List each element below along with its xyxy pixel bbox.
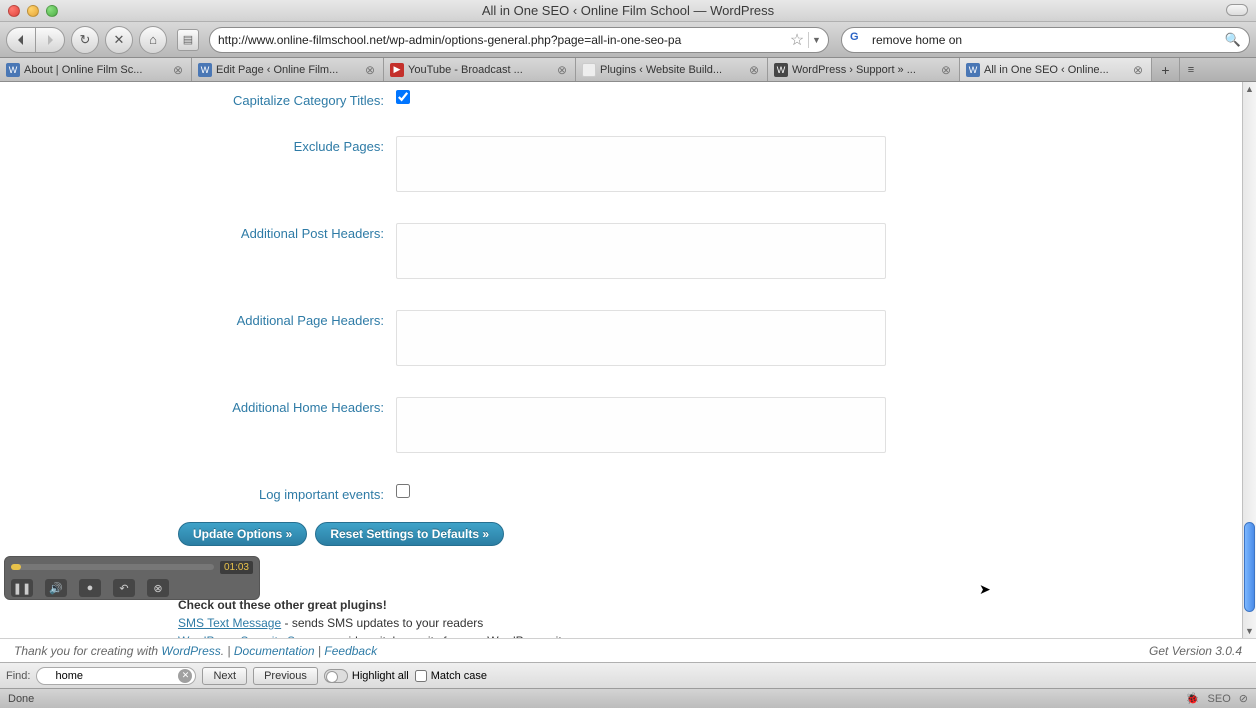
update-options-button[interactable]: Update Options » [178,522,307,546]
tab-close-icon[interactable]: ⊗ [749,63,761,77]
traffic-lights [8,5,58,17]
tab-label: About | Online Film Sc... [24,64,169,76]
reader-icon[interactable]: ▤ [177,29,199,51]
match-case-label: Match case [431,670,487,682]
tab-close-icon[interactable]: ⊗ [1133,63,1145,77]
highlight-all-toggle[interactable] [324,669,348,683]
promo-desc1: - sends SMS updates to your readers [281,616,483,630]
wordpress-favicon-icon: W [6,63,20,77]
tab-close-icon[interactable]: ⊗ [941,63,953,77]
plugin-promo: Check out these other great plugins! SMS… [178,596,1240,638]
tab-close-icon[interactable]: ⊗ [365,63,377,77]
find-bar: Find: 🔍 ✕ Next Previous Highlight all Ma… [0,662,1256,688]
close-window-button[interactable] [8,5,20,17]
match-case-checkbox[interactable] [415,670,427,682]
tab-all-in-one-seo[interactable]: W All in One SEO ‹ Online... ⊗ [960,58,1152,81]
tab-youtube[interactable]: ▶ YouTube - Broadcast ... ⊗ [384,58,576,81]
exclude-pages-label[interactable]: Exclude Pages: [294,139,384,154]
stop-button[interactable]: ✕ [105,26,133,54]
url-dropdown-icon[interactable]: ▼ [808,32,824,48]
url-bar: ☆ ▼ [209,27,829,53]
security-scan-link[interactable]: WordPress Security Scan [178,634,315,638]
footer-feedback-link[interactable]: Feedback [324,644,377,658]
capitalize-category-checkbox[interactable] [396,90,410,104]
search-icon[interactable]: 🔍 [1225,32,1241,48]
additional-page-headers-label[interactable]: Additional Page Headers: [237,313,384,328]
tab-close-icon[interactable]: ⊗ [173,63,185,77]
wordpress-org-favicon-icon: W [774,63,788,77]
back-button[interactable] [6,27,36,53]
additional-post-headers-textarea[interactable] [396,223,886,279]
tab-support[interactable]: W WordPress › Support » ... ⊗ [768,58,960,81]
footer-wordpress-link[interactable]: WordPress [161,644,220,658]
tab-label: All in One SEO ‹ Online... [984,64,1129,76]
search-bar: G 🔍 [841,27,1250,53]
forward-button[interactable] [35,27,65,53]
find-next-button[interactable]: Next [202,667,247,685]
find-label: Find: [6,670,30,682]
home-button[interactable]: ⌂ [139,26,167,54]
settings-form: Capitalize Category Titles: Exclude Page… [0,82,1240,638]
tab-label: Edit Page ‹ Online Film... [216,64,361,76]
exclude-pages-textarea[interactable] [396,136,886,192]
find-input[interactable] [36,667,196,685]
tab-plugins[interactable]: Plugins ‹ Website Build... ⊗ [576,58,768,81]
highlight-all-label: Highlight all [352,670,409,682]
window-title: All in One SEO ‹ Online Film School — Wo… [0,3,1256,18]
toolbar-toggle-button[interactable] [1226,4,1248,16]
tab-strip: W About | Online Film Sc... ⊗ W Edit Pag… [0,58,1256,82]
additional-home-headers-textarea[interactable] [396,397,886,453]
footer-version: Get Version 3.0.4 [1149,644,1242,658]
reset-settings-button[interactable]: Reset Settings to Defaults » [315,522,504,546]
scroll-up-icon[interactable]: ▲ [1243,82,1256,96]
tab-edit-page[interactable]: W Edit Page ‹ Online Film... ⊗ [192,58,384,81]
tab-overflow-button[interactable]: ≡ [1180,58,1202,81]
generic-favicon-icon [582,63,596,77]
browser-toolbar: ↻ ✕ ⌂ ▤ ☆ ▼ G 🔍 [0,22,1256,58]
footer-documentation-link[interactable]: Documentation [234,644,315,658]
status-bar: Done 🐞 SEO ⊘ [0,688,1256,708]
find-clear-icon[interactable]: ✕ [178,669,192,683]
bookmark-star-icon[interactable]: ☆ [790,33,804,47]
vertical-scrollbar[interactable]: ▲ ▼ [1242,82,1256,638]
log-events-label[interactable]: Log important events: [259,487,384,502]
window-titlebar: All in One SEO ‹ Online Film School — Wo… [0,0,1256,22]
tab-close-icon[interactable]: ⊗ [557,63,569,77]
tab-about[interactable]: W About | Online Film Sc... ⊗ [0,58,192,81]
status-text: Done [8,693,34,705]
tab-label: YouTube - Broadcast ... [408,64,553,76]
find-previous-button[interactable]: Previous [253,667,318,685]
search-input[interactable] [868,33,1225,47]
promo-desc2: - provides vital security for your WordP… [315,634,569,638]
wordpress-favicon-icon: W [966,63,980,77]
promo-heading: Check out these other great plugins! [178,598,387,612]
youtube-favicon-icon: ▶ [390,63,404,77]
google-icon: G [850,31,868,49]
additional-home-headers-label[interactable]: Additional Home Headers: [232,400,384,415]
additional-page-headers-textarea[interactable] [396,310,886,366]
new-tab-button[interactable]: + [1152,58,1180,81]
wordpress-favicon-icon: W [198,63,212,77]
footer-thanks: Thank you for creating with [14,644,161,658]
scrollbar-thumb[interactable] [1244,522,1255,612]
sms-plugin-link[interactable]: SMS Text Message [178,616,281,630]
nav-button-group [6,27,65,53]
additional-post-headers-label[interactable]: Additional Post Headers: [241,226,384,241]
log-events-checkbox[interactable] [396,484,410,498]
seo-indicator[interactable]: SEO [1208,693,1231,705]
tab-label: WordPress › Support » ... [792,64,937,76]
reload-button[interactable]: ↻ [71,26,99,54]
zoom-window-button[interactable] [46,5,58,17]
wordpress-footer: Thank you for creating with WordPress. |… [0,638,1256,662]
noscript-icon[interactable]: ⊘ [1239,692,1248,705]
firebug-icon[interactable]: 🐞 [1186,692,1200,705]
capitalize-category-label[interactable]: Capitalize Category Titles: [233,93,384,108]
url-input[interactable] [214,33,790,47]
tab-label: Plugins ‹ Website Build... [600,64,745,76]
minimize-window-button[interactable] [27,5,39,17]
scroll-down-icon[interactable]: ▼ [1243,624,1256,638]
page-viewport: Capitalize Category Titles: Exclude Page… [0,82,1256,638]
